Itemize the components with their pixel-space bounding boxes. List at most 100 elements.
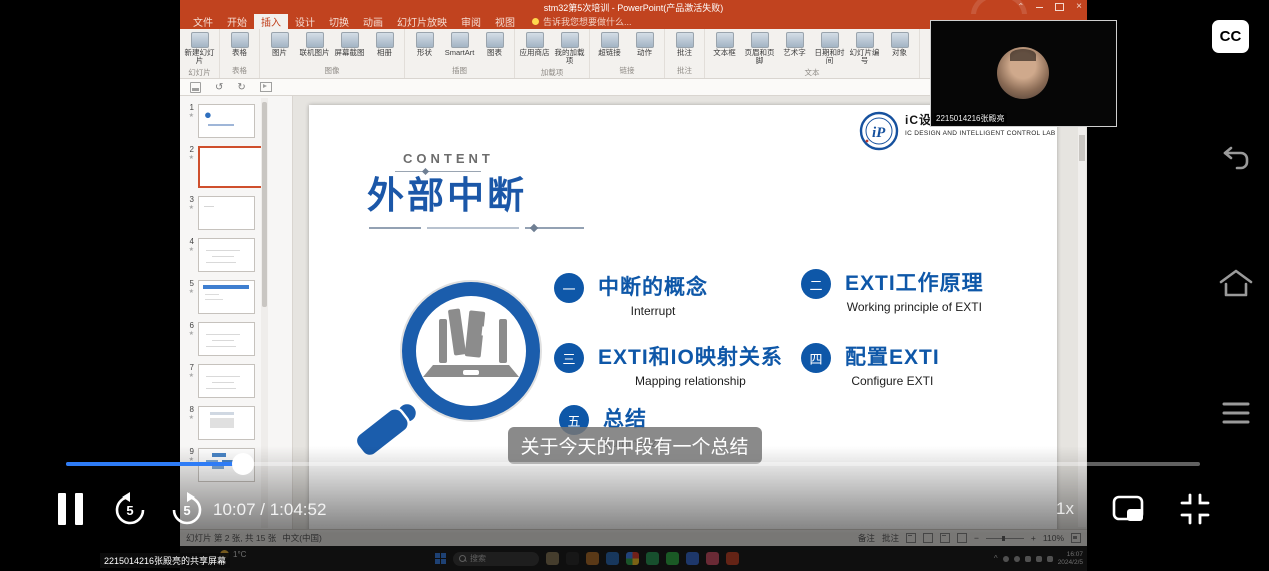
reading-view-icon[interactable] — [940, 533, 950, 543]
taskbar-app-icon[interactable] — [626, 552, 639, 565]
thumbnail-image[interactable] — [198, 238, 255, 272]
android-back-button[interactable] — [1219, 142, 1253, 174]
android-recents-button[interactable] — [1220, 399, 1252, 427]
thumbnail-image[interactable] — [198, 104, 255, 138]
ribbon-button[interactable]: 图片 — [263, 31, 296, 57]
ribbon-button[interactable]: 动作 — [628, 31, 661, 57]
slide-number: 2 ★ — [185, 146, 194, 161]
taskbar-app-icon[interactable] — [546, 552, 559, 565]
menu-tab[interactable]: 视图 — [488, 14, 522, 29]
ribbon-button[interactable]: 屏幕截图 — [333, 31, 366, 57]
normal-view-icon[interactable] — [906, 533, 916, 543]
taskbar-app-icon[interactable] — [586, 552, 599, 565]
ribbon-button[interactable]: 日期和时间 — [813, 31, 846, 66]
ribbon-button[interactable]: 文本框 — [708, 31, 741, 57]
ribbon-button[interactable]: 艺术字 — [778, 31, 811, 57]
exit-fullscreen-button[interactable] — [1176, 490, 1214, 528]
ribbon-button[interactable]: 幻灯片编号 — [848, 31, 881, 66]
taskbar-app-icon[interactable] — [686, 552, 699, 565]
taskbar-app-icon[interactable] — [566, 552, 579, 565]
ribbon-button[interactable]: 图表 — [478, 31, 511, 57]
menu-tab[interactable]: 审阅 — [454, 14, 488, 29]
android-home-button[interactable] — [1217, 267, 1255, 301]
slide-thumbnail[interactable]: 3 ★ — [185, 196, 292, 230]
picture-in-picture-button[interactable] — [1110, 492, 1148, 526]
closed-captions-button[interactable]: CC — [1212, 20, 1249, 53]
ribbon-options-icon[interactable]: ⌃ — [1017, 3, 1024, 11]
ribbon-button[interactable]: 对象 — [883, 31, 916, 57]
tell-me-box[interactable]: 告诉我您想要做什么... — [532, 14, 632, 29]
slide-thumbnail[interactable]: 4 ★ — [185, 238, 292, 272]
menu-tab[interactable]: 开始 — [220, 14, 254, 29]
save-icon[interactable] — [190, 82, 201, 93]
start-button[interactable] — [435, 553, 446, 564]
playback-speed-button[interactable]: 1x — [1056, 499, 1074, 519]
slide-sorter-icon[interactable] — [923, 533, 933, 543]
notes-button[interactable]: 备注 — [858, 532, 875, 544]
thumbnail-image[interactable] — [198, 146, 263, 188]
ribbon-button[interactable]: 超链接 — [593, 31, 626, 57]
taskbar-app-icon[interactable] — [726, 552, 739, 565]
taskbar-app-icon[interactable] — [646, 552, 659, 565]
forward-5-button[interactable]: 5 — [167, 490, 207, 530]
ribbon-button[interactable]: SmartArt — [443, 31, 476, 57]
close-icon[interactable]: × — [1076, 2, 1082, 12]
ribbon-button[interactable]: 页眉和页脚 — [743, 31, 776, 66]
wifi-icon[interactable] — [1036, 556, 1042, 562]
slideshow-view-icon[interactable] — [957, 533, 967, 543]
slide-thumbnail[interactable]: 6 ★ — [185, 322, 292, 356]
menu-tab[interactable]: 设计 — [288, 14, 322, 29]
progress-bar[interactable] — [66, 462, 1200, 466]
taskbar-search[interactable]: 搜索 — [453, 552, 539, 566]
cloud-icon[interactable] — [1003, 556, 1009, 562]
mic-icon[interactable] — [1025, 556, 1031, 562]
slide-thumbnail[interactable]: 8 ★ — [185, 406, 292, 440]
zoom-slider[interactable] — [986, 538, 1024, 539]
webcam-overlay[interactable]: 2215014216张殿亮 — [930, 20, 1117, 127]
ribbon-button[interactable]: 表格 — [223, 31, 256, 57]
thumbnail-image[interactable] — [198, 196, 255, 230]
zoom-level[interactable]: 110% — [1043, 533, 1064, 543]
ribbon-button[interactable]: 应用商店 — [518, 31, 551, 57]
slide[interactable]: CONTENT 外部中断 iP iC设计&智能控制实验室 IC DESIGN A… — [309, 105, 1057, 530]
taskbar-app-icon[interactable] — [706, 552, 719, 565]
thumbnail-image[interactable] — [198, 364, 255, 398]
language-indicator[interactable]: 中文(中国) — [282, 532, 322, 544]
menu-tab[interactable]: 切换 — [322, 14, 356, 29]
redo-icon[interactable]: ↻ — [237, 83, 245, 92]
taskbar-clock[interactable]: 16:07 2024/2/5 — [1058, 551, 1083, 567]
menu-tab[interactable]: 文件 — [186, 14, 220, 29]
thumbnail-image[interactable] — [198, 406, 255, 440]
ribbon-button[interactable]: 我的加载项 — [553, 31, 586, 66]
volume-icon[interactable] — [1047, 556, 1053, 562]
comments-button[interactable]: 批注 — [882, 532, 899, 544]
ribbon-button[interactable]: 相册 — [368, 31, 401, 57]
zoom-out-button[interactable]: − — [974, 533, 979, 543]
undo-icon[interactable]: ↺ — [215, 83, 223, 92]
menu-tab[interactable]: 插入 — [254, 14, 288, 29]
thumbnail-image[interactable] — [198, 280, 255, 314]
progress-handle[interactable] — [232, 453, 254, 475]
zoom-in-button[interactable]: + — [1031, 533, 1036, 543]
tray-chevron-icon[interactable]: ^ — [994, 554, 998, 563]
taskbar-app-icon[interactable] — [666, 552, 679, 565]
ribbon-button[interactable]: 新建幻灯片 — [183, 31, 216, 66]
ribbon-button[interactable]: 批注 — [668, 31, 701, 57]
ribbon-button[interactable]: 形状 — [408, 31, 441, 57]
thumbnail-image[interactable] — [198, 322, 255, 356]
menu-tab[interactable]: 动画 — [356, 14, 390, 29]
rewind-5-button[interactable]: 5 — [110, 490, 150, 530]
minimize-icon[interactable] — [1036, 7, 1043, 8]
slideshow-icon[interactable] — [260, 82, 272, 92]
taskbar-app-icon[interactable] — [606, 552, 619, 565]
pause-button[interactable] — [58, 493, 83, 525]
slide-thumbnail[interactable]: 1 ★ — [185, 104, 292, 138]
menu-tab[interactable]: 幻灯片放映 — [390, 14, 454, 29]
fit-slide-icon[interactable] — [1071, 533, 1081, 543]
person-icon[interactable] — [1014, 556, 1020, 562]
slide-thumbnail[interactable]: 7 ★ — [185, 364, 292, 398]
ribbon-button[interactable]: 联机图片 — [298, 31, 331, 57]
slide-thumbnail[interactable]: 2 ★ — [185, 146, 292, 188]
maximize-icon[interactable] — [1055, 3, 1064, 11]
slide-thumbnail[interactable]: 5 ★ — [185, 280, 292, 314]
